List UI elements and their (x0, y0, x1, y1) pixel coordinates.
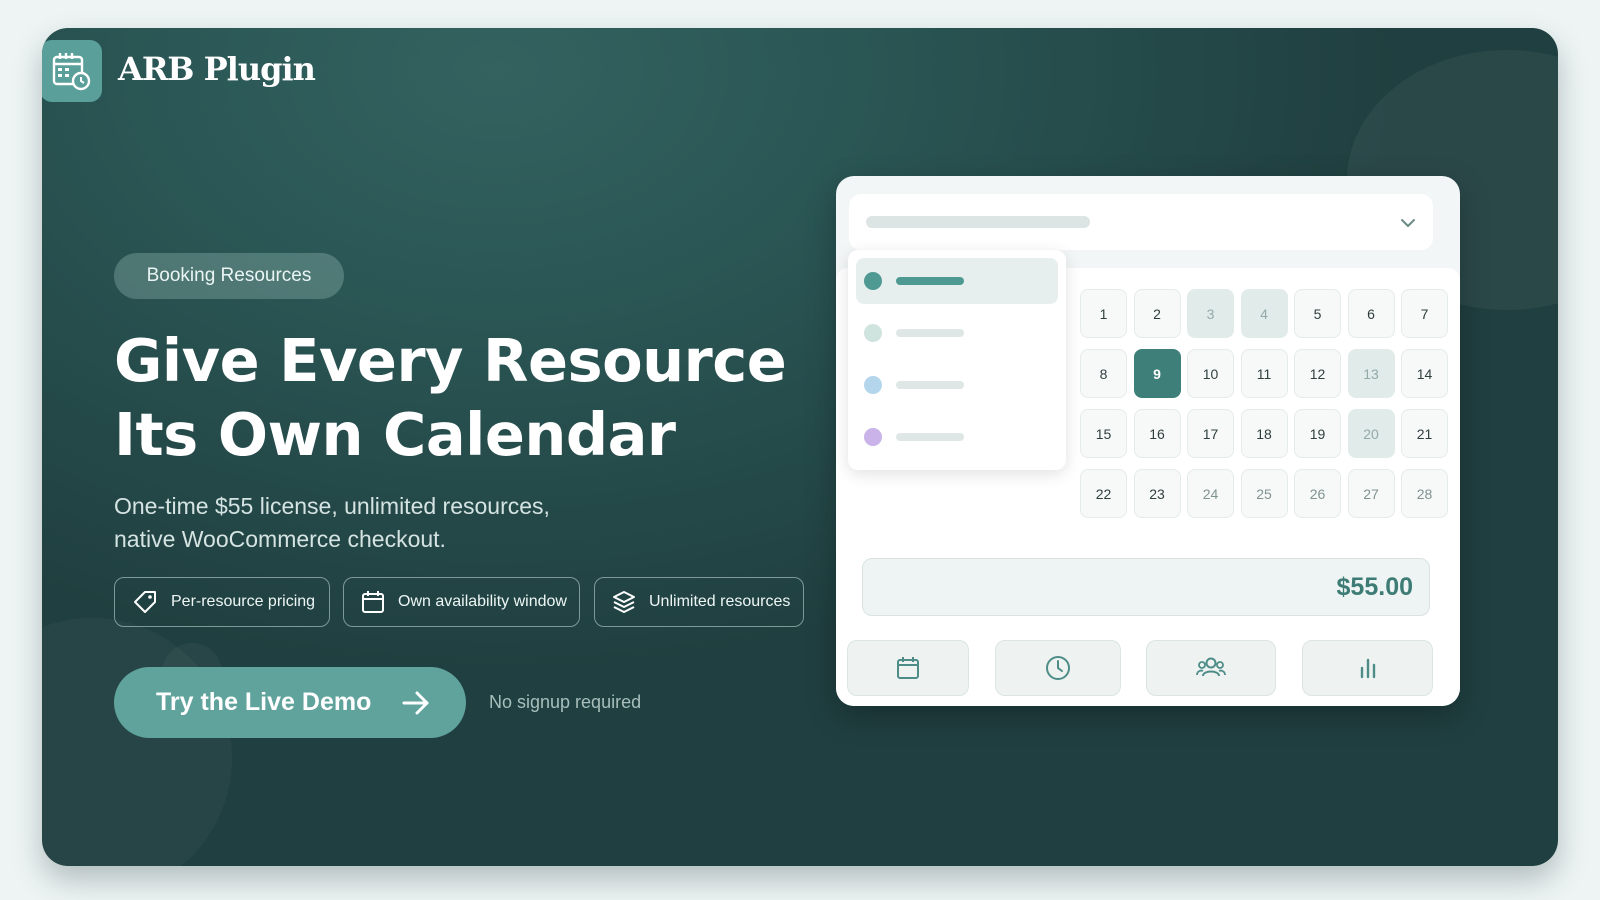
brand-logo[interactable]: ARB Plugin (42, 28, 340, 108)
calendar-day[interactable]: 3 (1187, 289, 1234, 338)
resource-dropdown (848, 250, 1066, 470)
time-tab-button[interactable] (995, 640, 1121, 696)
calendar-day[interactable]: 8 (1080, 349, 1127, 398)
calendar-tab-button[interactable] (847, 640, 969, 696)
color-dot (864, 272, 882, 290)
calendar-day[interactable]: 17 (1187, 409, 1234, 458)
subtitle-line: native WooCommerce checkout. (114, 526, 446, 552)
guests-tab-button[interactable] (1146, 640, 1276, 696)
clock-icon (1046, 656, 1070, 680)
calendar-day[interactable]: 19 (1294, 409, 1341, 458)
calendar-day[interactable]: 16 (1133, 409, 1181, 458)
calendar-clock-icon (42, 40, 102, 102)
dropdown-option[interactable] (856, 258, 1058, 304)
feature-label: Per-resource pricing (171, 593, 316, 610)
subtitle-line: One-time $55 license, unlimited resource… (114, 493, 550, 519)
stats-tab-button[interactable] (1302, 640, 1433, 696)
title-line: Its Own Calendar (114, 400, 676, 469)
color-dot (864, 324, 882, 342)
dropdown-option[interactable] (856, 310, 1058, 356)
users-icon (1196, 657, 1226, 677)
hero-section: ARB Plugin Booking Resources Give Every … (42, 28, 1558, 866)
booking-widget-mockup: 1 2 3 4 5 6 7 8 9 10 11 12 13 14 15 16 17 18 19 20 21 22 23 24 2… (836, 176, 1460, 706)
calendar-day[interactable]: 5 (1294, 289, 1341, 338)
calendar-day[interactable]: 7 (1401, 289, 1448, 338)
try-demo-button[interactable]: Try the Live Demo (114, 667, 466, 738)
category-tag: Booking Resources (114, 253, 344, 299)
page-title: Give Every Resource Its Own Calendar (114, 324, 834, 472)
calendar-day[interactable]: 24 (1187, 469, 1234, 518)
color-dot (864, 376, 882, 394)
calendar-day[interactable]: 27 (1347, 469, 1395, 518)
calendar-day[interactable]: 26 (1294, 469, 1341, 518)
cta-label: Try the Live Demo (156, 688, 372, 716)
calendar-day[interactable]: 28 (1401, 469, 1448, 518)
feature-pill-availability: Own availability window (343, 577, 580, 627)
color-dot (864, 428, 882, 446)
feature-pill-resources: Unlimited resources (594, 577, 804, 627)
title-line: Give Every Resource (114, 326, 787, 395)
calendar-day[interactable]: 21 (1401, 409, 1448, 458)
calendar-day[interactable]: 2 (1133, 289, 1181, 338)
calendar-day[interactable]: 6 (1347, 289, 1395, 338)
dropdown-option[interactable] (856, 362, 1058, 408)
calendar-day[interactable]: 25 (1240, 469, 1288, 518)
layers-icon (613, 591, 635, 613)
calendar-day[interactable]: 12 (1294, 349, 1341, 398)
calendar-day[interactable]: 20 (1347, 409, 1395, 458)
feature-pill-pricing: Per-resource pricing (114, 577, 330, 627)
calendar-day[interactable]: 10 (1187, 349, 1234, 398)
calendar-day[interactable]: 11 (1240, 349, 1288, 398)
cta-note: No signup required (489, 692, 642, 712)
placeholder-line (896, 277, 964, 285)
arrow-right-icon (402, 691, 429, 715)
calendar-day[interactable]: 9 (1133, 349, 1181, 398)
subtitle: One-time $55 license, unlimited resource… (114, 490, 634, 556)
calendar-icon (897, 657, 919, 679)
price-tag-icon (134, 591, 156, 613)
price-display: $55.00 (862, 558, 1430, 616)
bar-chart-icon (1360, 658, 1375, 679)
price-value: $55.00 (1336, 573, 1413, 601)
calendar-day[interactable]: 15 (1080, 409, 1127, 458)
resource-select[interactable] (849, 194, 1433, 250)
calendar-day[interactable]: 23 (1133, 469, 1181, 518)
calendar-day[interactable]: 13 (1347, 349, 1395, 398)
calendar-day[interactable]: 22 (1080, 469, 1127, 518)
placeholder-line (896, 381, 964, 389)
calendar-day[interactable]: 14 (1401, 349, 1448, 398)
calendar-day[interactable]: 1 (1080, 289, 1127, 338)
placeholder-bar (866, 216, 1090, 228)
chevron-down-icon (1401, 219, 1415, 227)
feature-label: Own availability window (398, 593, 567, 610)
calendar-day[interactable]: 18 (1240, 409, 1288, 458)
brand-name: ARB Plugin (118, 50, 316, 88)
placeholder-line (896, 329, 964, 337)
calendar-icon (362, 591, 384, 613)
dropdown-option[interactable] (856, 414, 1058, 460)
calendar-day[interactable]: 4 (1240, 289, 1288, 338)
feature-label: Unlimited resources (649, 593, 791, 610)
placeholder-line (896, 433, 964, 441)
